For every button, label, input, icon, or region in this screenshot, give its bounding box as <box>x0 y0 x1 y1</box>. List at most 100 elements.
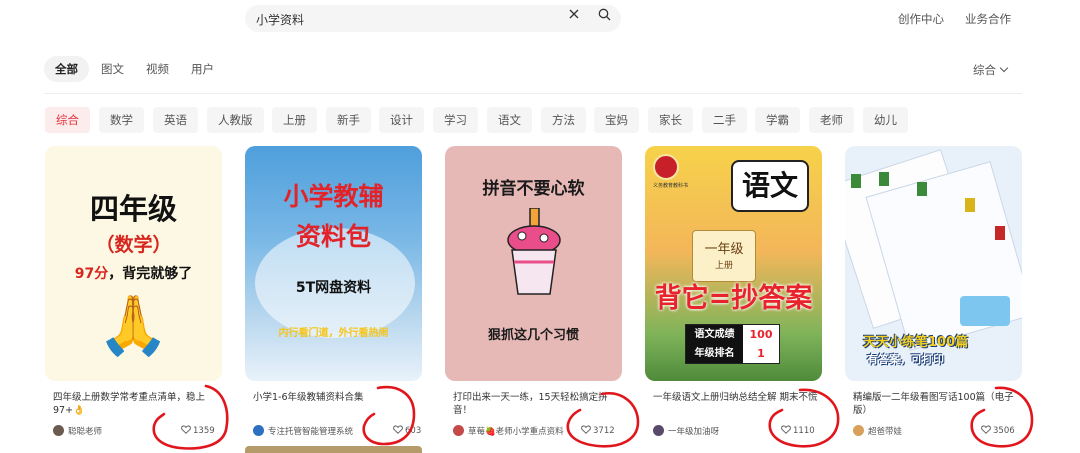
chip-teacher[interactable]: 老师 <box>809 107 854 133</box>
praying-hands-icon: 🙏 <box>97 291 170 359</box>
chip-beginner[interactable]: 新手 <box>326 107 371 133</box>
binder-clip-icon <box>965 198 975 212</box>
heart-icon <box>393 425 403 434</box>
creator-center-link[interactable]: 创作中心 <box>898 11 944 27</box>
like-button[interactable]: 3506 <box>981 425 1015 436</box>
author-name[interactable]: 专注托管智能管理系统 <box>268 425 353 437</box>
chip-second-hand[interactable]: 二手 <box>702 107 747 133</box>
avatar[interactable] <box>853 425 864 436</box>
card-meta: 超爸带娃 3506 <box>853 425 1021 439</box>
heart-icon <box>181 425 191 434</box>
search-input[interactable]: 小学资料 <box>245 5 621 32</box>
author-name[interactable]: 聪聪老师 <box>68 425 102 437</box>
avatar[interactable] <box>453 425 464 436</box>
like-button[interactable]: 1110 <box>781 425 815 436</box>
cover-text: 语文 <box>731 160 809 212</box>
cover-text: 背它=抄答案 <box>654 283 813 314</box>
note-card[interactable]: 小学教辅 资料包 5T网盘资料 内行看门道，外行看热闹 小学1-6年级教辅资料合… <box>245 146 422 446</box>
chevron-down-icon <box>999 63 1009 73</box>
chip-preschool[interactable]: 幼儿 <box>863 107 908 133</box>
chip-design[interactable]: 设计 <box>379 107 424 133</box>
card-cover[interactable]: 拼音不要心软 狠抓这几个习惯 <box>445 146 622 381</box>
card-cover[interactable]: 义务教育教科书 语文 一年级 上册 背它=抄答案 语文成绩 100 年级排名 1 <box>645 146 822 381</box>
sort-label: 综合 <box>973 63 996 77</box>
search-icon[interactable] <box>598 8 611 21</box>
like-count: 1359 <box>193 426 215 436</box>
cover-text: ，背完就够了 <box>108 266 193 282</box>
card-cover[interactable]: 四年级 （数学） 97分，背完就够了 🙏 <box>45 146 222 381</box>
like-count: 1110 <box>793 426 815 436</box>
card-meta: 草莓🍓老师小学重点资料 3712 <box>453 425 621 439</box>
cover-text: 四年级 <box>89 192 177 226</box>
chip-english[interactable]: 英语 <box>153 107 198 133</box>
cover-text: 拼音不要心软 <box>482 179 585 199</box>
chip-method[interactable]: 方法 <box>541 107 586 133</box>
cover-text: 小学教辅 <box>283 182 384 211</box>
card-title[interactable]: 小学1-6年级教辅资料合集 <box>253 391 421 404</box>
note-card[interactable]: 四年级 （数学） 97分，背完就够了 🙏 四年级上册数学常考重点清单，稳上97+… <box>45 146 222 446</box>
cover-text: 内行看门道，外行看热闹 <box>278 328 389 339</box>
avatar[interactable] <box>253 425 264 436</box>
avatar[interactable] <box>653 425 664 436</box>
binder-clip-icon <box>851 174 861 188</box>
avatar[interactable] <box>53 425 64 436</box>
cover-text: 一年级 <box>704 242 744 257</box>
chip-study[interactable]: 学习 <box>433 107 478 133</box>
binder-clip-icon <box>995 226 1005 240</box>
card-title[interactable]: 四年级上册数学常考重点清单，稳上97+👌 <box>53 391 221 417</box>
card-meta: 聪聪老师 1359 <box>53 425 221 439</box>
like-button[interactable]: 3712 <box>581 425 615 436</box>
like-count: 3506 <box>993 426 1015 436</box>
card-title[interactable]: 精编版一二年级看图写话100篇（电子版） <box>853 391 1021 417</box>
rank-label: 年级排名 <box>686 344 743 363</box>
card-title[interactable]: 打印出来一天一练，15天轻松搞定拼音！ <box>453 391 621 417</box>
tab-user[interactable]: 用户 <box>191 56 214 82</box>
cover-text: 5T网盘资料 <box>295 280 372 296</box>
divider <box>44 93 1022 94</box>
like-button[interactable]: 603 <box>393 425 421 436</box>
cover-text: 天天小练笔100篇 <box>863 335 969 350</box>
chip-pep-edition[interactable]: 人教版 <box>207 107 264 133</box>
like-button[interactable]: 1359 <box>181 425 215 436</box>
heart-icon <box>981 425 991 434</box>
note-card[interactable]: 天天小练笔100篇 有答案，可打印 精编版一二年级看图写话100篇（电子版） 超… <box>845 146 1022 446</box>
clear-icon[interactable] <box>568 8 580 20</box>
author-name[interactable]: 一年级加油呀 <box>668 425 719 437</box>
chip-first-volume[interactable]: 上册 <box>272 107 317 133</box>
author-name[interactable]: 超爸带娃 <box>868 425 902 437</box>
card-title[interactable]: 一年级语文上册归纳总结全解 期末不慌 <box>653 391 821 404</box>
cover-text: 有答案，可打印 <box>867 353 944 366</box>
tab-all[interactable]: 全部 <box>44 56 89 82</box>
chip-parent[interactable]: 家长 <box>648 107 693 133</box>
heart-icon <box>581 425 591 434</box>
score-label: 语文成绩 <box>686 325 743 344</box>
chip-mom[interactable]: 宝妈 <box>594 107 639 133</box>
card-meta: 专注托管智能管理系统 603 <box>253 425 421 439</box>
binder-clip-icon <box>879 172 889 186</box>
card-cover[interactable]: 天天小练笔100篇 有答案，可打印 <box>845 146 1022 381</box>
card-cover[interactable]: 小学教辅 资料包 5T网盘资料 内行看门道，外行看热闹 <box>245 146 422 381</box>
business-cooperation-link[interactable]: 业务合作 <box>965 11 1011 27</box>
tab-image-text[interactable]: 图文 <box>101 56 124 82</box>
sort-dropdown[interactable]: 综合 <box>973 62 1009 78</box>
note-card[interactable]: 拼音不要心软 狠抓这几个习惯 打印出来一天一练，15天轻松搞定拼音！ 草莓🍓老师… <box>445 146 622 446</box>
like-count: 603 <box>405 426 422 436</box>
next-row-card-preview <box>245 446 422 453</box>
search-query: 小学资料 <box>256 13 305 27</box>
cover-text: 义务教育教科书 <box>653 183 689 189</box>
like-count: 3712 <box>593 426 615 436</box>
cover-text: 上册 <box>714 261 733 271</box>
binder-clip-icon <box>917 182 927 196</box>
note-card[interactable]: 义务教育教科书 语文 一年级 上册 背它=抄答案 语文成绩 100 年级排名 1… <box>645 146 822 446</box>
tab-video[interactable]: 视频 <box>146 56 169 82</box>
chip-comprehensive[interactable]: 综合 <box>45 107 90 133</box>
chip-chinese[interactable]: 语文 <box>487 107 532 133</box>
chip-top-student[interactable]: 学霸 <box>755 107 800 133</box>
chip-math[interactable]: 数学 <box>99 107 144 133</box>
author-name[interactable]: 草莓🍓老师小学重点资料 <box>468 425 564 437</box>
top-bar: 小学资料 创作中心 业务合作 <box>0 0 1080 40</box>
score-table: 语文成绩 100 年级排名 1 <box>685 324 780 364</box>
cover-text: 资料包 <box>295 222 371 251</box>
milk-tea-icon <box>507 208 561 295</box>
illustration-image <box>960 296 1010 326</box>
